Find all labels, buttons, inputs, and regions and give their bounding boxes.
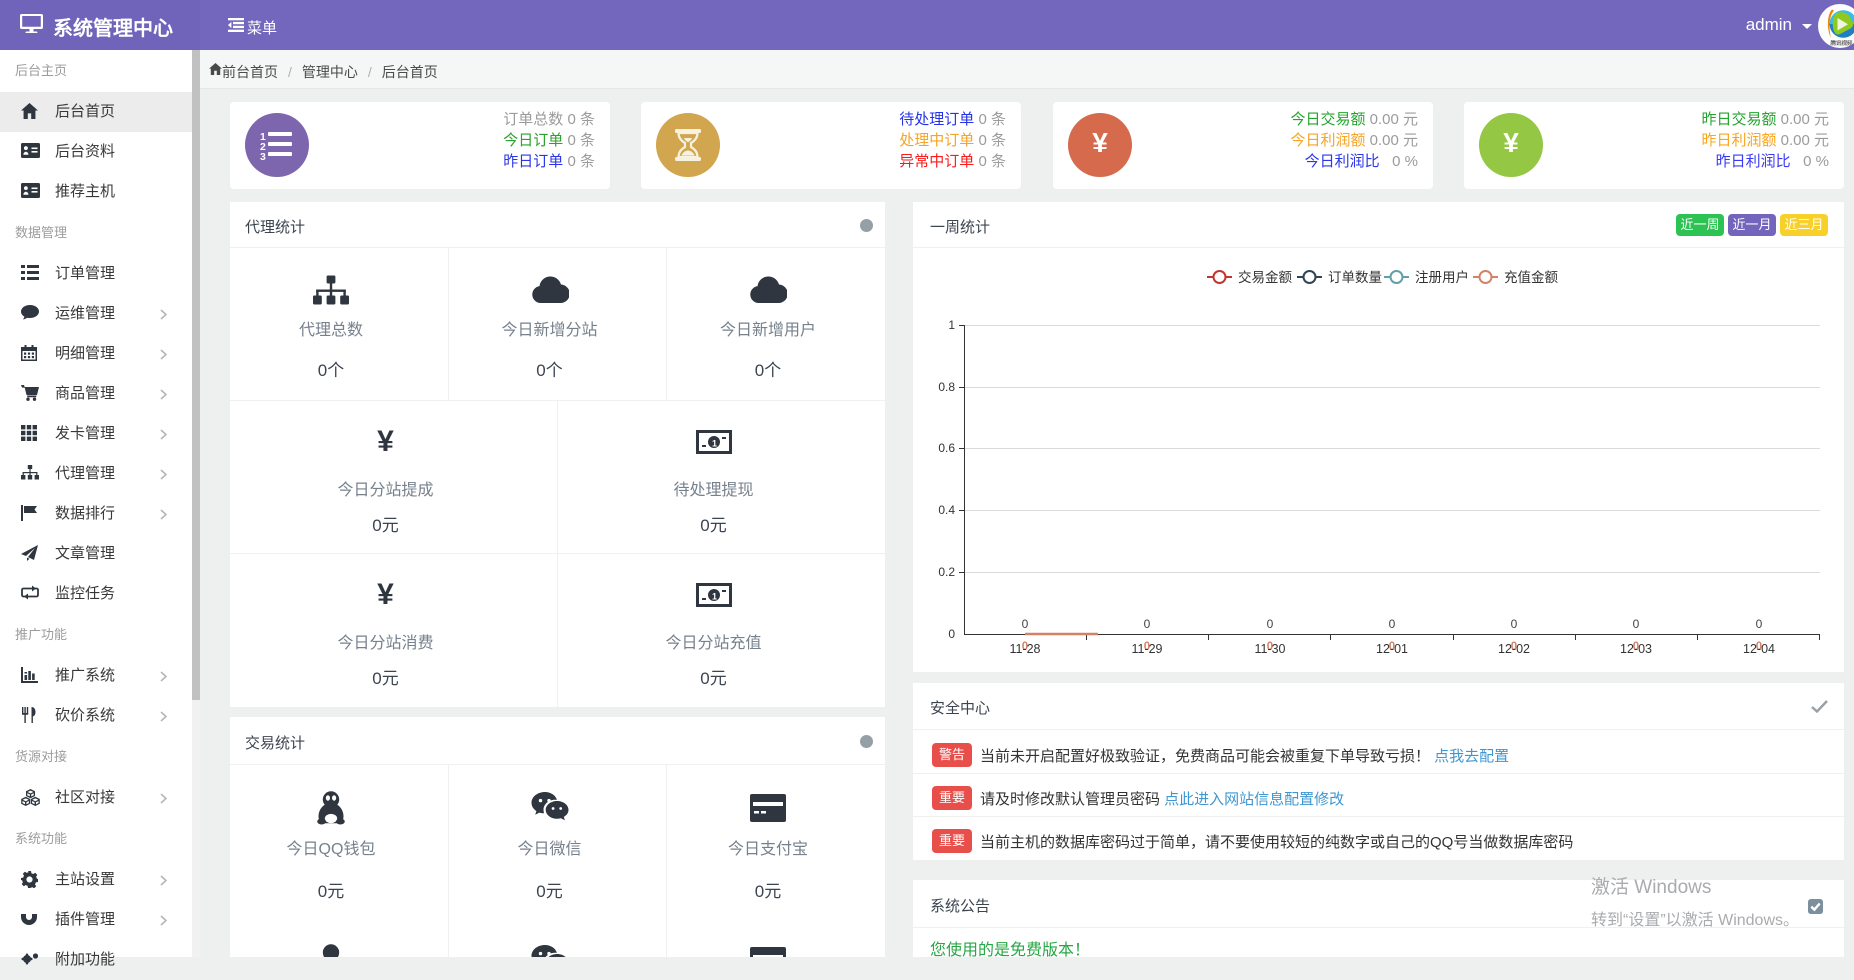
svg-text:12-01: 12-01 [1376, 642, 1408, 656]
svg-text:1: 1 [712, 592, 717, 602]
svg-text:12-04: 12-04 [1743, 642, 1775, 656]
svg-text:0.2: 0.2 [938, 565, 955, 579]
svg-text:3: 3 [260, 151, 266, 160]
svg-text:0.6: 0.6 [938, 441, 955, 455]
svg-text:0: 0 [1022, 617, 1029, 631]
svg-text:1: 1 [712, 439, 717, 449]
svg-text:1: 1 [948, 318, 955, 332]
svg-text:注册用户: 注册用户 [1415, 269, 1469, 285]
svg-text:11-30: 11-30 [1254, 642, 1285, 656]
svg-text:12-03: 12-03 [1620, 642, 1652, 656]
svg-text:充值金额: 充值金额 [1504, 270, 1558, 285]
svg-text:0: 0 [1633, 617, 1640, 631]
svg-text:0: 0 [1144, 617, 1151, 631]
svg-text:订单数量: 订单数量 [1328, 270, 1382, 285]
svg-text:0: 0 [1756, 617, 1763, 631]
svg-text:0: 0 [1267, 617, 1274, 631]
svg-text:11-29: 11-29 [1131, 642, 1162, 656]
svg-text:腾讯视频: 腾讯视频 [1831, 39, 1854, 47]
svg-text:0: 0 [948, 627, 955, 641]
svg-text:12-02: 12-02 [1498, 642, 1530, 656]
svg-text:0: 0 [1511, 617, 1518, 631]
svg-text:0.4: 0.4 [938, 503, 955, 517]
svg-text:0: 0 [1389, 617, 1396, 631]
svg-text:0.8: 0.8 [938, 380, 955, 394]
svg-text:交易金额: 交易金额 [1238, 269, 1292, 285]
svg-text:11-28: 11-28 [1009, 642, 1040, 656]
